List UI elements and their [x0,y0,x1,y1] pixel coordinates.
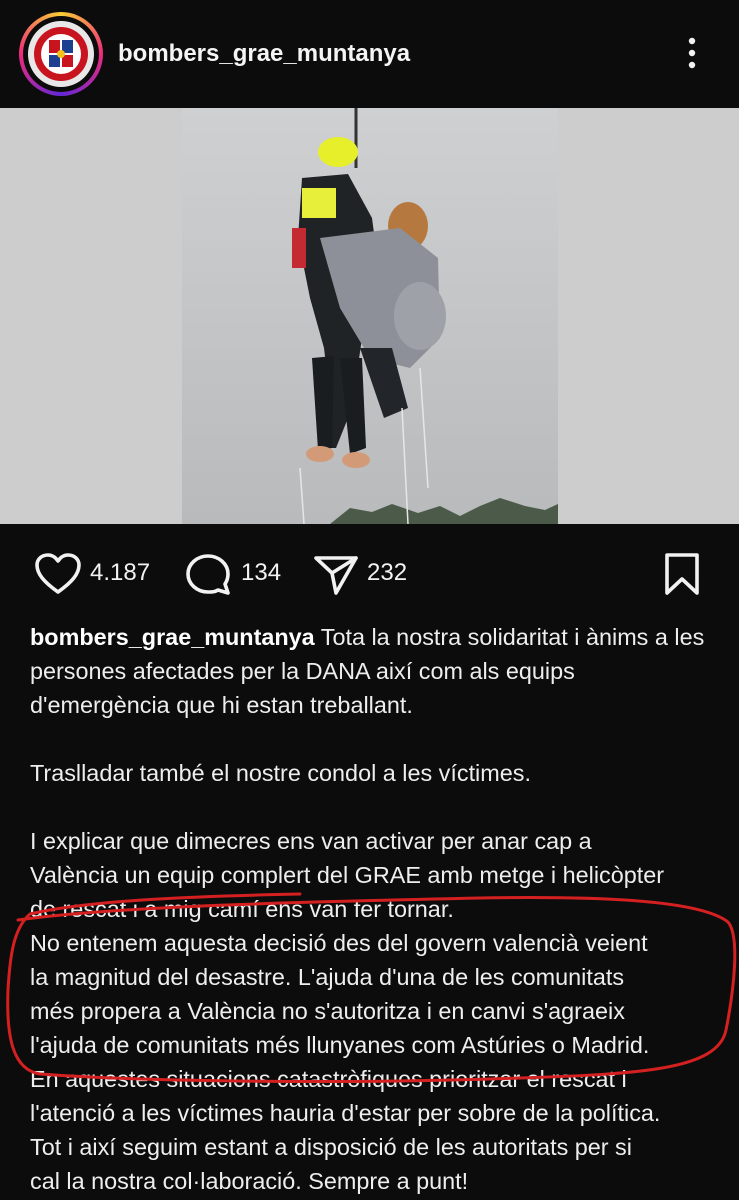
post-header: bombers_grae_muntanya [0,0,739,108]
share-count[interactable]: 232 [367,559,407,587]
caption-line: València un equip complert del GRAE amb … [30,862,665,888]
post-photo[interactable] [0,108,739,524]
caption-username[interactable]: bombers_grae_muntanya [30,624,315,650]
heart-icon[interactable] [34,552,82,596]
post-username[interactable]: bombers_grae_muntanya [118,40,410,68]
avatar[interactable] [19,12,103,96]
caption-line: cal la nostra col·laboració. Sempre a pu… [30,1168,469,1194]
caption-line: de rescat i a mig camí ens van fer torna… [30,896,454,922]
fire-department-logo-icon [28,21,94,87]
post-caption: bombers_grae_muntanya Tota la nostra sol… [30,620,720,1198]
paper-plane-icon[interactable] [312,552,360,596]
caption-line: l'ajuda de comunitats més llunyanes com … [30,1032,650,1058]
like-count[interactable]: 4.187 [90,559,150,587]
caption-paragraph-2: Traslladar també el nostre condol a les … [30,760,531,786]
caption-line: Tot i així seguim estant a disposició de… [30,1134,632,1160]
caption-line: I explicar que dimecres ens van activar … [30,828,592,854]
caption-paragraph-1: bombers_grae_muntanya Tota la nostra sol… [30,620,720,722]
caption-line: més propera a València no s'autoritza i … [30,998,625,1024]
comment-bubble-icon[interactable] [184,552,232,596]
caption-line: l'atenció a les víctimes hauria d'estar … [30,1100,661,1126]
caption-line: No entenem aquesta decisió des del gover… [30,930,648,956]
caption-paragraph-3: I explicar que dimecres ens van activar … [30,824,720,1198]
bookmark-icon[interactable] [662,552,702,596]
action-bar: 4.187 134 232 [0,540,739,610]
caption-line: En aquestes situacions catastròfiques pr… [30,1066,627,1092]
comment-count[interactable]: 134 [241,559,281,587]
caption-line: la magnitud del desastre. L'ajuda d'una … [30,964,625,990]
more-vertical-icon[interactable] [680,34,704,74]
